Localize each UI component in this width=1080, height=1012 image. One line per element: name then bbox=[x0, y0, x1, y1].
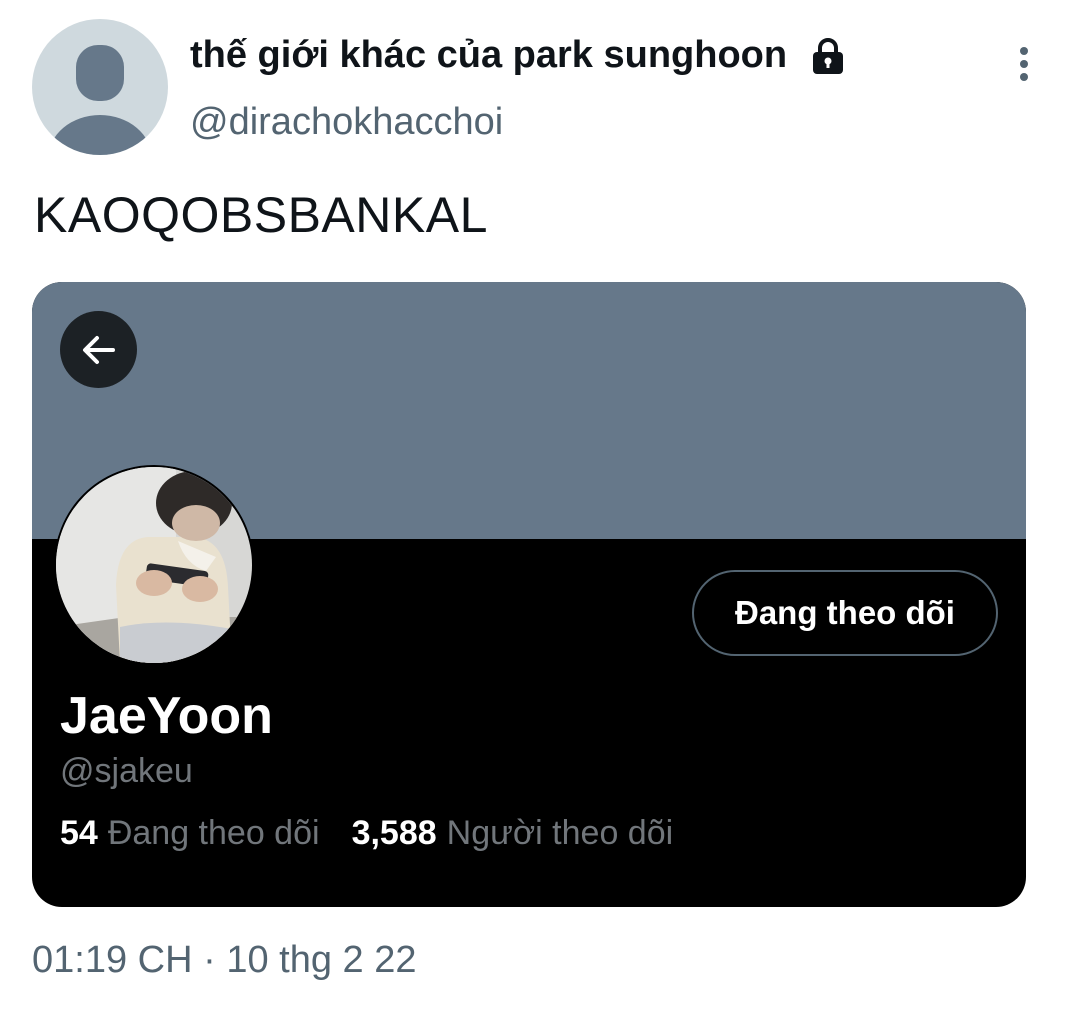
followers-count: 3,588 bbox=[351, 814, 437, 852]
author-name[interactable]: thế giới khác của park sunghoon bbox=[190, 34, 787, 77]
back-button[interactable] bbox=[60, 311, 137, 388]
tweet-text: KAOQOBSBANKAL bbox=[34, 187, 488, 243]
profile-avatar[interactable] bbox=[54, 465, 254, 665]
author-handle[interactable]: @dirachokhacchoi bbox=[190, 101, 503, 144]
default-avatar-icon bbox=[48, 45, 152, 155]
profile-display-name[interactable]: JaeYoon bbox=[60, 686, 273, 746]
profile-handle[interactable]: @sjakeu bbox=[60, 752, 193, 791]
following-count: 54 bbox=[60, 814, 98, 852]
arrow-left-icon bbox=[82, 335, 115, 364]
lock-icon bbox=[809, 37, 847, 75]
profile-photo-image bbox=[56, 467, 252, 663]
profile-stats: 54 Đang theo dõi 3,588 Người theo dõi bbox=[60, 814, 673, 853]
author-avatar[interactable] bbox=[32, 19, 168, 155]
tweet-time: 01:19 CH bbox=[32, 939, 193, 981]
more-options-button[interactable] bbox=[1004, 42, 1044, 86]
tweet-timestamp[interactable]: 01:19 CH · 10 thg 2 22 bbox=[32, 939, 417, 982]
timestamp-separator: · bbox=[203, 939, 216, 981]
author-name-row[interactable]: thế giới khác của park sunghoon bbox=[190, 34, 847, 77]
following-label: Đang theo dõi bbox=[107, 814, 320, 852]
tweet-date: 10 thg 2 22 bbox=[226, 939, 417, 981]
following-button[interactable]: Đang theo dõi bbox=[692, 570, 998, 656]
followers-label: Người theo dõi bbox=[446, 814, 674, 852]
vertical-ellipsis-icon bbox=[1020, 47, 1028, 81]
followers-stat[interactable]: 3,588 Người theo dõi bbox=[352, 814, 674, 853]
profile-card[interactable]: Đang theo dõi JaeYoon @sjakeu 54 Đang the… bbox=[32, 282, 1026, 907]
following-stat[interactable]: 54 Đang theo dõi bbox=[60, 814, 320, 853]
